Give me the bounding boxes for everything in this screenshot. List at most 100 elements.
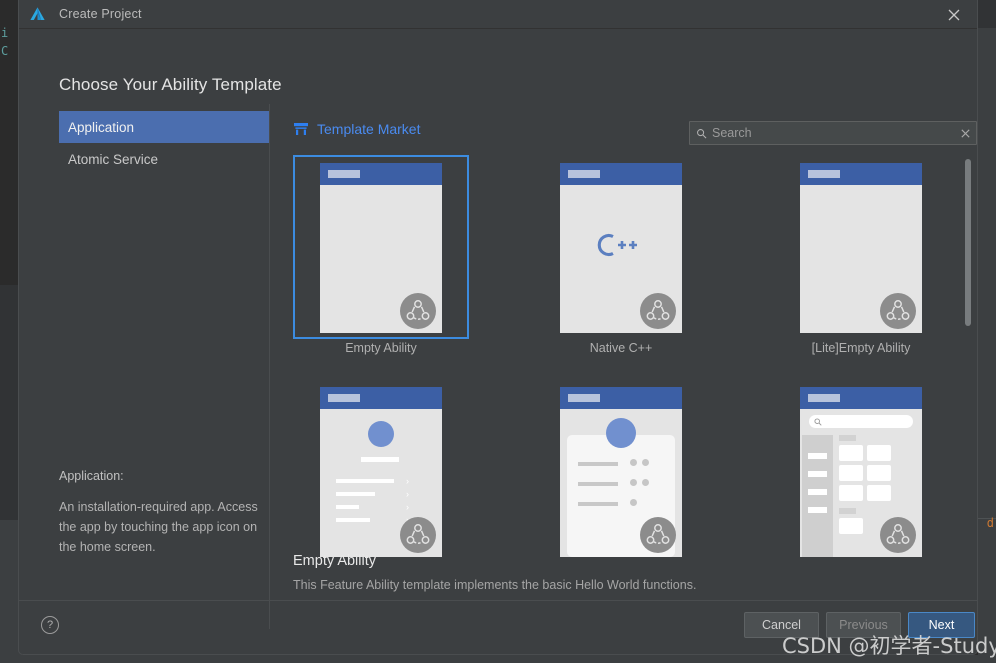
harmony-badge-icon bbox=[400, 293, 436, 329]
preview-row-bar bbox=[336, 479, 394, 483]
sidebar-item-atomic-service[interactable]: Atomic Service bbox=[59, 143, 269, 175]
preview-side-item bbox=[808, 489, 827, 495]
preview-appbar bbox=[800, 163, 922, 185]
preview-content bbox=[800, 185, 922, 333]
preview-grid-cell bbox=[839, 445, 863, 461]
preview-dot bbox=[630, 459, 637, 466]
preview-section-title bbox=[839, 508, 856, 514]
selection-title: Empty Ability bbox=[293, 553, 376, 569]
search-input[interactable] bbox=[712, 126, 954, 140]
harmony-badge-icon bbox=[880, 517, 916, 553]
template-card[interactable] bbox=[773, 379, 949, 591]
chevron-right-icon: › bbox=[406, 502, 409, 512]
preview-appbar-title bbox=[328, 394, 360, 402]
code-line: C bbox=[1, 44, 9, 58]
template-preview-empty bbox=[320, 163, 442, 333]
selection-subtitle: This Feature Ability template implements… bbox=[293, 578, 697, 592]
search-box[interactable] bbox=[689, 121, 977, 145]
sidebar-item-label: Atomic Service bbox=[68, 151, 159, 167]
preview-appbar bbox=[320, 387, 442, 409]
preview-row-bar bbox=[578, 462, 618, 466]
template-card-frame: › › › › bbox=[293, 379, 469, 563]
template-grid-scrollbar[interactable] bbox=[965, 159, 971, 326]
template-card-frame bbox=[533, 379, 709, 563]
preview-avatar bbox=[606, 418, 636, 448]
template-card-label: [Lite]Empty Ability bbox=[811, 341, 911, 355]
help-icon-label: ? bbox=[46, 619, 54, 631]
template-market-label: Template Market bbox=[317, 121, 421, 137]
page-title: Choose Your Ability Template bbox=[59, 75, 282, 94]
template-preview-cardlist bbox=[560, 387, 682, 557]
sidebar: Application Atomic Service bbox=[59, 111, 269, 175]
template-card[interactable]: [Lite]Empty Ability bbox=[773, 155, 949, 367]
cancel-button-label: Cancel bbox=[762, 618, 801, 632]
template-card-frame bbox=[533, 155, 709, 339]
sidebar-description-label: Application: bbox=[59, 469, 124, 483]
preview-appbar-title bbox=[808, 394, 840, 402]
help-icon[interactable]: ? bbox=[41, 616, 59, 634]
preview-dot bbox=[630, 499, 637, 506]
preview-content: › › › › bbox=[320, 409, 442, 557]
preview-content bbox=[560, 185, 682, 333]
template-card[interactable]: Empty Ability bbox=[293, 155, 469, 367]
preview-appbar-title bbox=[328, 170, 360, 178]
cancel-button[interactable]: Cancel bbox=[744, 612, 819, 638]
sidebar-item-application[interactable]: Application bbox=[59, 111, 269, 143]
selection-description: Empty Ability This Feature Ability templ… bbox=[293, 553, 696, 592]
dialog-body: Choose Your Ability Template Application… bbox=[19, 29, 977, 654]
dialog-title: Create Project bbox=[59, 7, 142, 21]
preview-grid-cell bbox=[839, 518, 863, 534]
template-market-link[interactable]: Template Market bbox=[293, 121, 420, 137]
preview-appbar bbox=[560, 163, 682, 185]
preview-row-bar bbox=[578, 502, 618, 506]
preview-dot bbox=[642, 479, 649, 486]
template-preview-lite-empty bbox=[800, 163, 922, 333]
preview-search-pill bbox=[809, 415, 913, 428]
sidebar-item-label: Application bbox=[68, 119, 135, 135]
deveco-logo-icon bbox=[30, 6, 45, 20]
chevron-right-icon: › bbox=[406, 476, 409, 486]
previous-button-label: Previous bbox=[839, 618, 888, 632]
template-card[interactable]: Native C++ bbox=[533, 155, 709, 367]
template-preview-list: › › › › bbox=[320, 387, 442, 557]
preview-dot bbox=[630, 479, 637, 486]
preview-section-title bbox=[839, 435, 856, 441]
template-preview-nativecpp bbox=[560, 163, 682, 333]
template-card-label: Empty Ability bbox=[345, 341, 417, 355]
preview-grid-cell bbox=[839, 465, 863, 481]
previous-button[interactable]: Previous bbox=[826, 612, 901, 638]
preview-grid-cell bbox=[867, 485, 891, 501]
preview-name-bar bbox=[361, 457, 399, 462]
next-button[interactable]: Next bbox=[908, 612, 975, 638]
dialog-footer: ? Cancel Previous Next bbox=[19, 601, 977, 654]
create-project-dialog: Create Project Choose Your Ability Templ… bbox=[18, 0, 978, 655]
preview-content bbox=[320, 185, 442, 333]
template-card-label: Native C++ bbox=[589, 341, 653, 355]
search-icon bbox=[697, 128, 707, 138]
preview-appbar bbox=[320, 163, 442, 185]
close-icon[interactable] bbox=[931, 0, 977, 29]
next-button-label: Next bbox=[928, 618, 955, 632]
clear-x-icon[interactable] bbox=[954, 122, 976, 144]
template-card-frame bbox=[773, 155, 949, 339]
template-preview-grid bbox=[800, 387, 922, 557]
preview-grid-cell bbox=[867, 465, 891, 481]
preview-grid-cell bbox=[867, 445, 891, 461]
preview-row-bar bbox=[336, 492, 375, 496]
market-row: Template Market bbox=[293, 121, 977, 145]
preview-content bbox=[800, 409, 922, 557]
preview-side-item bbox=[808, 453, 827, 459]
preview-row-bar bbox=[336, 505, 359, 509]
search-icon bbox=[814, 417, 822, 426]
preview-appbar bbox=[800, 387, 922, 409]
preview-side-item bbox=[808, 507, 827, 513]
preview-avatar bbox=[368, 421, 394, 447]
sidebar-description-text: An installation-required app. Access the… bbox=[59, 500, 258, 554]
preview-appbar-title bbox=[568, 394, 600, 402]
ide-right-code: d bbox=[986, 516, 994, 530]
preview-content bbox=[560, 409, 682, 557]
preview-grid-cell bbox=[839, 485, 863, 501]
dialog-titlebar: Create Project bbox=[19, 0, 977, 29]
code-line: i bbox=[1, 26, 9, 40]
ide-right-strip-top bbox=[978, 0, 996, 28]
